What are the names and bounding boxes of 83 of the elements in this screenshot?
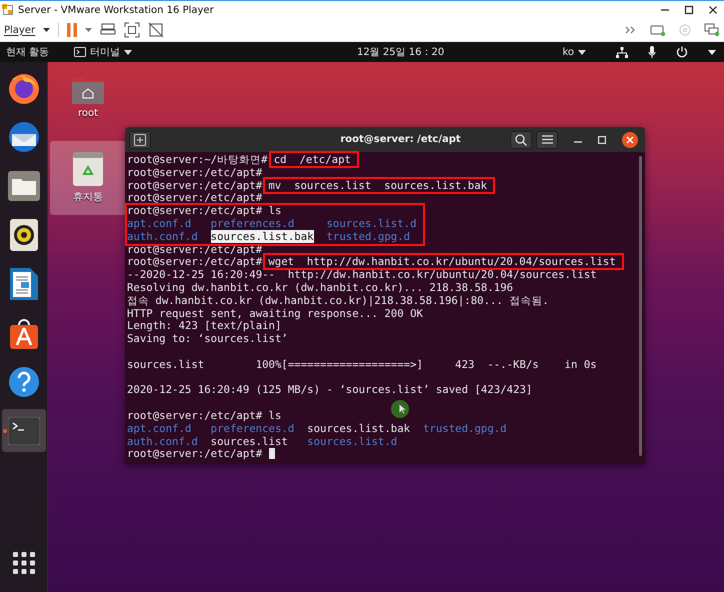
- file-name: apt.conf.d: [127, 216, 192, 230]
- command-text: ls: [268, 408, 282, 422]
- shell-prompt: root@server:/etc/apt#: [127, 408, 262, 422]
- file-name: preferences.d: [210, 422, 294, 435]
- pause-icon[interactable]: [67, 23, 78, 37]
- app-menu-label: 터미널: [90, 46, 120, 59]
- folder-icon: [8, 170, 40, 200]
- shell-prompt: root@server:/etc/apt#: [127, 255, 262, 268]
- output-line: Length: 423 [text/plain]: [127, 319, 282, 332]
- new-tab-button[interactable]: [129, 130, 151, 148]
- help-icon: [8, 366, 40, 398]
- output-line: Saving to: ‘sources.list’: [127, 332, 288, 346]
- speaker-icon: [10, 218, 38, 250]
- terminal-title: root@server: /etc/apt: [339, 134, 462, 145]
- shell-prompt: root@server:/etc/apt#: [127, 191, 262, 204]
- input-method-menu[interactable]: ko: [562, 46, 586, 58]
- desktop-icon-label: root: [78, 108, 98, 118]
- menu-icon: [542, 135, 552, 144]
- output-line: Resolving dw.hanbit.co.kr (dw.hanbit.co.kr)... 218.38.58.196: [127, 280, 514, 294]
- highlighted-command: wget http://dw.hanbit.co.kr/ubuntu/20.04/sources.list: [265, 255, 622, 268]
- output-line: 2020-12-25 16:20:49 (125 MB/s) - ‘sources.list’ saved [423/423]: [127, 383, 532, 396]
- desktop-icon[interactable]: 휴지통: [50, 141, 126, 215]
- microphone-icon[interactable]: [648, 46, 656, 58]
- input-method-label: ko: [562, 46, 574, 58]
- shell-prompt: root@server:/etc/apt#: [127, 447, 262, 460]
- output-line: sources.list 100%[===================>] 423 --.-KB/s in 0s: [127, 358, 597, 371]
- file-name: sources.list.bak: [307, 422, 410, 435]
- mail-icon: [6, 120, 40, 154]
- highlighted-command: cd /etc/apt: [270, 153, 357, 166]
- menu-button[interactable]: [536, 130, 558, 148]
- file-name: sources.list: [210, 434, 288, 448]
- home-folder-icon: [72, 76, 104, 104]
- desktop-icon-label: 휴지통: [73, 191, 103, 204]
- app-logo-icon: [2, 4, 14, 16]
- shell-prompt: root@server:/etc/apt#: [127, 178, 262, 192]
- highlighted-command: mv sources.list sources.list.bak: [265, 178, 494, 192]
- command-text: ls: [268, 204, 282, 218]
- close-icon[interactable]: [622, 132, 638, 148]
- fullscreen-icon[interactable]: [124, 22, 140, 38]
- caret-icon: [124, 50, 132, 54]
- double-chevron-icon[interactable]: [625, 26, 637, 34]
- document-icon: [10, 268, 38, 300]
- send-keys-icon[interactable]: [100, 23, 116, 37]
- output-line: HTTP request sent, awaiting response... 200 OK: [127, 306, 423, 320]
- search-button[interactable]: [510, 130, 532, 148]
- shell-prompt: root@server:/etc/apt#: [127, 204, 262, 218]
- terminal-icon: [8, 416, 40, 444]
- activities-button[interactable]: 현재 활동: [6, 45, 68, 59]
- power-icon[interactable]: [676, 46, 688, 58]
- caret-icon: [578, 50, 586, 54]
- desktop-icon[interactable]: root: [50, 67, 126, 127]
- app-menu[interactable]: 터미널: [74, 45, 132, 59]
- player-menu-button[interactable]: Player: [4, 24, 36, 36]
- file-name: sources.list.d: [307, 434, 398, 448]
- shopping-bag-icon: [8, 316, 38, 348]
- network-adapter-icon[interactable]: [704, 23, 720, 37]
- shell-prompt: root@server:/etc/apt#: [127, 242, 262, 256]
- close-icon[interactable]: [708, 5, 718, 15]
- file-name: trusted.gpg.d: [422, 422, 507, 435]
- clock[interactable]: 12월 25일 16：20: [357, 45, 444, 59]
- file-name: auth.conf.d: [127, 434, 198, 448]
- unity-icon[interactable]: [148, 22, 164, 38]
- shell-prompt: root@server:/etc/apt#: [127, 166, 262, 179]
- new-tab-icon: [134, 134, 146, 146]
- shell-prompt: root@server:~/바탕화면#: [127, 153, 268, 166]
- output-line: --2020-12-25 16:20:49-- http://dw.hanbit.co.kr/ubuntu/20.04/sources.list: [127, 268, 597, 282]
- caret-icon[interactable]: [708, 50, 716, 54]
- output-line: 접속 dw.hanbit.co.kr (dw.hanbit.co.kr)|218.38.58.196|:80... 접속됨.: [127, 294, 549, 307]
- app-grid-icon[interactable]: [12, 552, 34, 574]
- file-name: preferences.d: [210, 216, 294, 230]
- mouse-pointer-icon: [391, 400, 409, 418]
- file-name: sources.list.d: [326, 216, 417, 230]
- window-title: Server - VMware Workstation 16 Player: [18, 4, 215, 16]
- search-icon: [515, 134, 527, 146]
- file-name: apt.conf.d: [127, 422, 192, 435]
- trash-icon: [73, 152, 103, 186]
- network-icon[interactable]: [616, 46, 628, 58]
- maximize-icon[interactable]: [684, 5, 694, 15]
- file-name: trusted.gpg.d: [326, 230, 410, 243]
- file-name: sources.list.bak: [210, 230, 314, 243]
- file-name: auth.conf.d: [127, 230, 198, 243]
- caret-icon[interactable]: [43, 28, 50, 32]
- terminal-icon: [74, 47, 86, 57]
